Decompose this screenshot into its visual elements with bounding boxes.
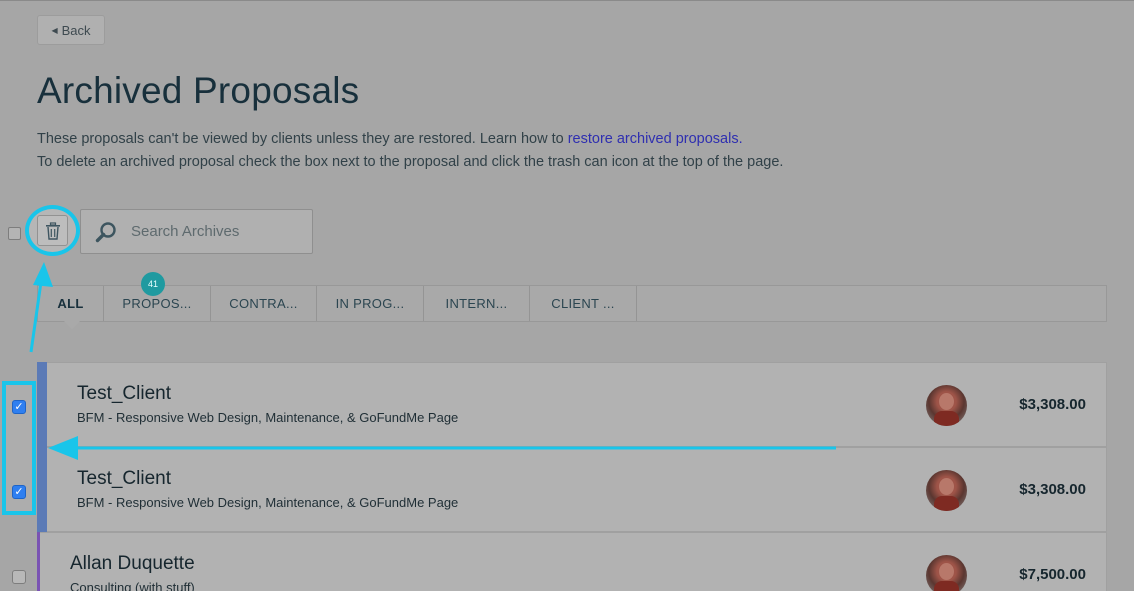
row-accent-bar xyxy=(37,447,47,533)
back-button[interactable]: ◀ Back xyxy=(37,15,105,45)
row-checkbox[interactable]: ✓ xyxy=(12,485,26,499)
trash-icon xyxy=(45,221,60,240)
magnifier-icon xyxy=(81,221,131,243)
proposal-row[interactable]: Allan Duquette Consulting (with stuff) $… xyxy=(37,532,1107,591)
tab-client[interactable]: CLIENT ... xyxy=(530,286,637,321)
client-name: Allan Duquette xyxy=(70,553,195,574)
archived-proposals-page: ◀ Back Archived Proposals These proposal… xyxy=(0,0,1134,591)
proposal-amount: $3,308.00 xyxy=(1019,396,1086,413)
search-field[interactable] xyxy=(80,209,313,254)
tab-in-progress[interactable]: IN PROG... xyxy=(317,286,424,321)
back-button-label: Back xyxy=(61,22,91,38)
description-text: These proposals can't be viewed by clien… xyxy=(37,131,568,147)
tab-internal[interactable]: INTERN... xyxy=(424,286,530,321)
row-accent-bar xyxy=(37,532,40,591)
proposal-row[interactable]: Test_Client BFM - Responsive Web Design,… xyxy=(37,362,1107,448)
delete-button[interactable] xyxy=(37,215,68,246)
proposal-amount: $3,308.00 xyxy=(1019,481,1086,498)
restore-help-link[interactable]: restore archived proposals. xyxy=(568,131,743,147)
tab-contracts[interactable]: CONTRA... xyxy=(211,286,317,321)
avatar xyxy=(926,555,967,591)
avatar xyxy=(926,470,967,511)
select-all-checkbox[interactable] xyxy=(8,227,21,240)
project-name: BFM - Responsive Web Design, Maintenance… xyxy=(77,410,459,425)
proposal-amount: $7,500.00 xyxy=(1019,566,1086,583)
filter-tabs: ALL PROPOS... CONTRA... IN PROG... INTER… xyxy=(37,285,1107,329)
row-accent-bar xyxy=(37,362,47,448)
project-name: Consulting (with stuff) xyxy=(70,580,195,591)
avatar xyxy=(926,385,967,426)
description-delete-text: To delete an archived proposal check the… xyxy=(37,154,784,170)
top-divider xyxy=(0,0,1134,1)
proposal-row[interactable]: Test_Client BFM - Responsive Web Design,… xyxy=(37,447,1107,533)
proposals-count-badge: 41 xyxy=(141,272,165,296)
row-checkbox[interactable] xyxy=(12,570,26,584)
row-checkbox[interactable]: ✓ xyxy=(12,400,26,414)
project-name: BFM - Responsive Web Design, Maintenance… xyxy=(77,495,459,510)
caret-left-icon: ◀ xyxy=(51,25,58,35)
search-input[interactable] xyxy=(131,223,301,240)
page-title: Archived Proposals xyxy=(37,70,360,111)
client-name: Test_Client xyxy=(77,468,171,489)
arrow-head-up xyxy=(33,262,53,287)
tab-all[interactable]: ALL xyxy=(38,286,104,329)
page-description: These proposals can't be viewed by clien… xyxy=(37,128,1037,174)
client-name: Test_Client xyxy=(77,383,171,404)
